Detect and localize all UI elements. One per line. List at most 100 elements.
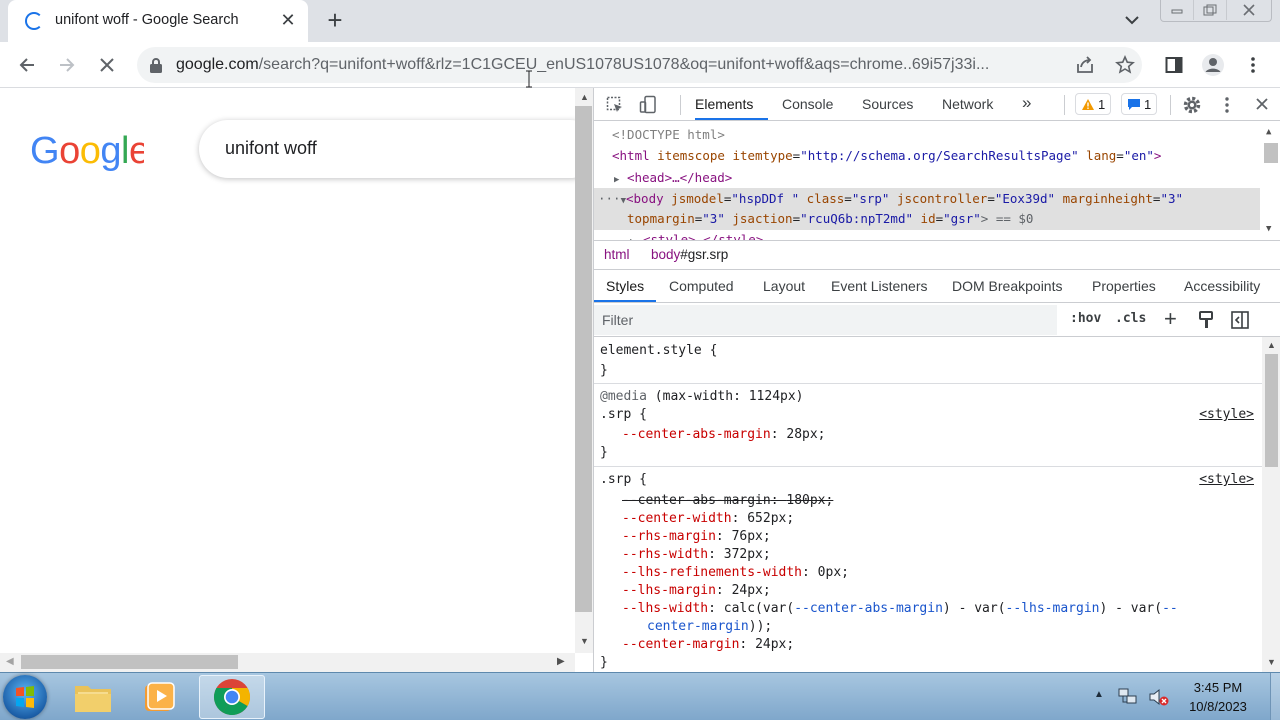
profile-button[interactable]	[1201, 53, 1225, 77]
subtab-properties[interactable]: Properties	[1092, 278, 1156, 294]
device-toolbar-icon[interactable]	[639, 95, 657, 115]
subtab-computed[interactable]: Computed	[669, 278, 734, 294]
html-node[interactable]: <html itemscope itemtype="http://schema.…	[612, 148, 1161, 163]
message-icon	[1128, 98, 1140, 110]
toggle-sidebar-icon[interactable]	[1231, 311, 1249, 329]
scroll-down-arrow-icon[interactable]: ▼	[1267, 657, 1276, 667]
hover-state-toggle[interactable]: :hov	[1070, 311, 1101, 326]
settings-gear-icon[interactable]	[1182, 95, 1202, 115]
srp-selector: .srp {	[600, 472, 647, 487]
css-declaration[interactable]: --rhs-width: 372px;	[622, 547, 771, 562]
subtab-layout[interactable]: Layout	[763, 278, 805, 294]
tab-network[interactable]: Network	[942, 96, 993, 112]
tab-sources[interactable]: Sources	[862, 96, 913, 112]
body-node[interactable]: ···▼<body jsmodel="hspDDf " class="srp" …	[598, 191, 1183, 206]
scroll-down-arrow-icon[interactable]: ▼	[1266, 224, 1271, 234]
doctype-node[interactable]: <!DOCTYPE html>	[612, 127, 725, 142]
breadcrumb-body[interactable]: body#gsr.srp	[651, 247, 728, 262]
css-declaration[interactable]: --lhs-refinements-width: 0px;	[622, 565, 849, 580]
styles-filter-input[interactable]	[594, 305, 1057, 335]
bookmark-star-icon[interactable]	[1115, 55, 1135, 75]
show-desktop-button[interactable]	[1270, 673, 1280, 720]
media-srp-rule[interactable]: @media (max-width: 1124px) .srp { <style…	[594, 384, 1262, 467]
close-window-button[interactable]	[1227, 0, 1271, 20]
taskbar-chrome[interactable]	[199, 675, 265, 719]
share-icon[interactable]	[1075, 56, 1095, 74]
scroll-left-arrow-icon[interactable]: ◀	[6, 656, 14, 667]
srp-rule[interactable]: .srp { <style> --center-abs-margin: 180p…	[594, 467, 1262, 672]
css-declaration[interactable]: --rhs-margin: 76px;	[622, 529, 771, 544]
stop-loading-button[interactable]	[95, 53, 119, 77]
subtab-event-listeners[interactable]: Event Listeners	[831, 278, 928, 294]
inspect-element-icon[interactable]	[606, 96, 624, 114]
style-source-link[interactable]: <style>	[1199, 472, 1254, 487]
forward-button[interactable]	[55, 53, 79, 77]
address-bar[interactable]: google.com/search?q=unifont+woff&rlz=1C1…	[137, 47, 1142, 83]
taskbar-explorer[interactable]	[62, 675, 124, 719]
lock-icon[interactable]	[149, 57, 163, 73]
network-icon[interactable]	[1118, 687, 1138, 707]
google-logo[interactable]: Google	[30, 130, 144, 172]
new-style-rule-button[interactable]: +	[1164, 306, 1177, 332]
breadcrumb-html[interactable]: html	[604, 247, 630, 262]
css-declaration-overridden[interactable]: --center-abs-margin: 180px;	[622, 493, 833, 508]
element-style-rule[interactable]: element.style { }	[594, 337, 1262, 384]
more-tabs-chevron-icon[interactable]: »	[1022, 93, 1031, 113]
tab-console[interactable]: Console	[782, 96, 833, 112]
expand-triangle-icon[interactable]: ▶	[614, 175, 619, 185]
side-panel-button[interactable]	[1162, 53, 1186, 77]
class-toggle[interactable]: .cls	[1115, 311, 1146, 326]
search-box[interactable]: unifont woff	[199, 120, 575, 178]
scroll-right-arrow-icon[interactable]: ▶	[557, 656, 565, 667]
head-node[interactable]: ▶ <head>…</head>	[614, 170, 732, 185]
subtab-dom-breakpoints[interactable]: DOM Breakpoints	[952, 278, 1062, 294]
node-actions-dots-icon[interactable]: ···	[598, 191, 621, 206]
start-button[interactable]	[3, 675, 47, 719]
close-devtools-icon[interactable]	[1255, 97, 1269, 111]
restore-button[interactable]	[1194, 0, 1227, 20]
scrollbar-thumb[interactable]	[1265, 354, 1278, 467]
show-hidden-icons-icon[interactable]: ▲	[1094, 689, 1104, 700]
warning-triangle-icon	[1082, 98, 1094, 110]
css-declaration-lhs-width[interactable]: --lhs-width: calc(var(--center-abs-margi…	[622, 601, 1178, 616]
scroll-up-arrow-icon[interactable]: ▲	[1267, 340, 1276, 350]
scroll-up-arrow-icon[interactable]: ▲	[1266, 127, 1271, 137]
scrollbar-thumb[interactable]	[1264, 143, 1278, 163]
minimize-button[interactable]	[1161, 0, 1194, 20]
scroll-up-arrow-icon[interactable]: ▲	[580, 92, 589, 102]
elements-scrollbar[interactable]: ▲ ▼	[1261, 121, 1280, 240]
back-button[interactable]	[15, 53, 39, 77]
css-declaration-lhs-width-cont[interactable]: center-margin));	[647, 619, 772, 634]
subtab-accessibility[interactable]: Accessibility	[1184, 278, 1260, 294]
taskbar-media-player[interactable]	[128, 675, 190, 719]
chrome-icon	[213, 679, 251, 716]
style-node[interactable]: ▶ <style>…</style>	[630, 232, 763, 240]
scrollbar-thumb[interactable]	[21, 655, 238, 669]
volume-muted-icon[interactable]	[1148, 687, 1170, 707]
system-clock[interactable]: 3:45 PM 10/8/2023	[1185, 678, 1251, 716]
new-tab-button[interactable]: +	[322, 7, 348, 34]
warnings-badge[interactable]: 1	[1075, 93, 1112, 115]
scrollbar-thumb[interactable]	[575, 106, 592, 612]
browser-tab[interactable]: unifont woff - Google Search ✕	[8, 0, 308, 42]
style-source-link[interactable]: <style>	[1199, 407, 1254, 422]
css-declaration[interactable]: --center-abs-margin: 28px;	[622, 427, 826, 442]
url-text[interactable]: google.com/search?q=unifont+woff&rlz=1C1…	[176, 56, 1066, 74]
page-vertical-scrollbar[interactable]: ▲ ▼	[575, 88, 593, 653]
page-horizontal-scrollbar[interactable]: ◀ ▶	[0, 653, 575, 672]
messages-badge[interactable]: 1	[1121, 93, 1158, 115]
body-node-cont[interactable]: topmargin="3" jsaction="rcuQ6b:npT2md" i…	[627, 211, 1033, 226]
search-query-text[interactable]: unifont woff	[225, 138, 317, 159]
styles-scrollbar[interactable]: ▲ ▼	[1262, 337, 1280, 672]
css-declaration[interactable]: --center-width: 652px;	[622, 511, 794, 526]
subtab-styles[interactable]: Styles	[606, 278, 644, 294]
tab-close-icon[interactable]: ✕	[278, 9, 298, 31]
tab-elements[interactable]: Elements	[695, 96, 753, 112]
css-declaration[interactable]: --lhs-margin: 24px;	[622, 583, 771, 598]
paint-brush-icon[interactable]	[1198, 311, 1214, 329]
chrome-menu-button[interactable]	[1241, 53, 1265, 77]
scroll-down-arrow-icon[interactable]: ▼	[580, 636, 589, 646]
tab-search-chevron-icon[interactable]	[1122, 10, 1142, 30]
devtools-menu-icon[interactable]	[1224, 96, 1230, 114]
css-declaration[interactable]: --center-margin: 24px;	[622, 637, 794, 652]
